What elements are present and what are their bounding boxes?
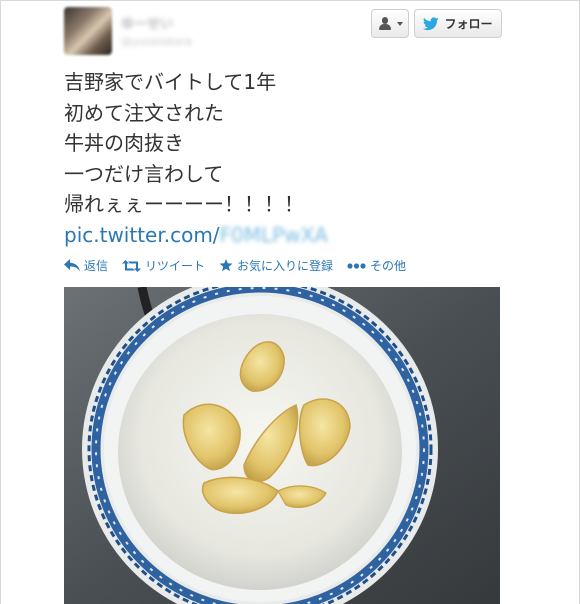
- tweet-actions: 返信 リツイート お気に入りに登録 その他: [64, 257, 420, 274]
- favorite-label: お気に入りに登録: [237, 259, 334, 273]
- photo-illustration: [64, 287, 500, 604]
- user-menu-button[interactable]: [371, 9, 409, 38]
- follow-label: フォロー: [444, 17, 493, 31]
- tweet-embed: ゆーせい @yuseiokara フォロー 吉野家でバイトして1年 初めて注文さ…: [0, 0, 580, 604]
- avatar[interactable]: [64, 7, 112, 55]
- tweet-text: 吉野家でバイトして1年 初めて注文された 牛丼の肉抜き 一つだけ言わして 帰れぇ…: [64, 67, 328, 251]
- tweet-photo[interactable]: [64, 287, 500, 604]
- user-icon: [378, 16, 392, 31]
- more-button[interactable]: その他: [347, 257, 406, 274]
- favorite-button[interactable]: お気に入りに登録: [219, 257, 333, 274]
- twitter-bird-icon: [423, 16, 440, 30]
- reply-button[interactable]: 返信: [64, 257, 108, 274]
- tweet-line: 帰れぇぇーーーー！！！！: [64, 192, 304, 217]
- tweet-line: 吉野家でバイトして1年: [64, 70, 277, 94]
- tweet-link-id[interactable]: F0MLPwXA: [220, 223, 328, 247]
- tweet-line: 牛丼の肉抜き: [64, 131, 184, 156]
- tweet-link-prefix[interactable]: pic.twitter.com/: [64, 223, 220, 247]
- reply-label: 返信: [84, 259, 109, 273]
- retweet-button[interactable]: リツイート: [122, 257, 205, 274]
- author-handle[interactable]: @yuseiokara: [121, 35, 192, 48]
- retweet-icon: [122, 259, 142, 272]
- author-name[interactable]: ゆーせい: [121, 13, 173, 32]
- follow-button[interactable]: フォロー: [414, 9, 502, 38]
- reply-icon: [64, 259, 80, 272]
- tweet-line: 初めて注文された: [64, 100, 224, 125]
- tweet-link[interactable]: pic.twitter.com/F0MLPwXA: [64, 220, 328, 251]
- retweet-label: リツイート: [145, 259, 206, 273]
- more-label: その他: [370, 259, 407, 273]
- star-icon: [219, 259, 233, 272]
- chevron-down-icon: [396, 21, 403, 26]
- more-dots-icon: [347, 262, 366, 269]
- tweet-line: 一つだけ言わして: [64, 161, 224, 186]
